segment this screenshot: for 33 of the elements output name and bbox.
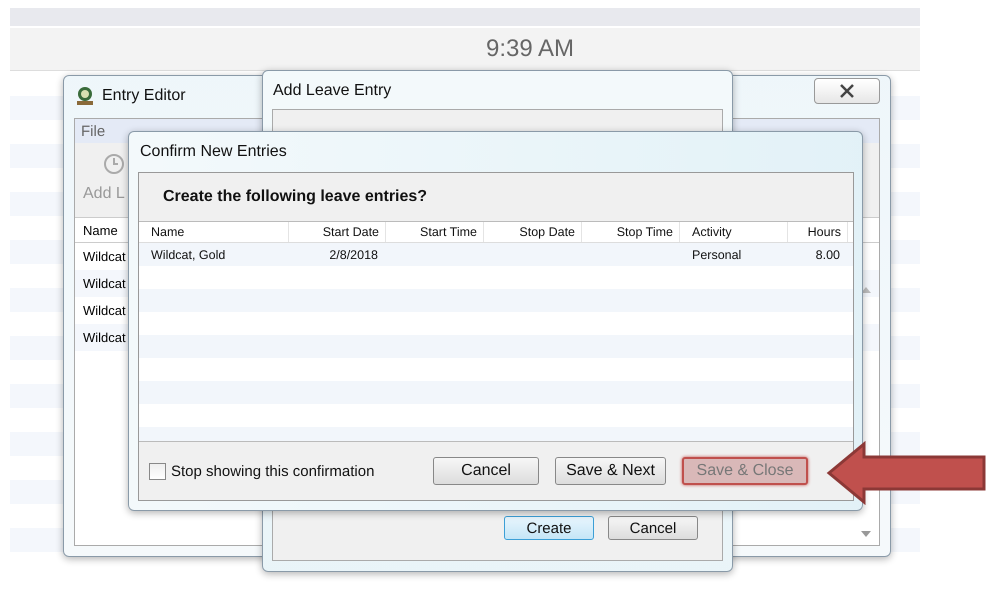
- scroll-down-icon[interactable]: [861, 531, 871, 537]
- column-header[interactable]: Stop Date: [484, 222, 582, 242]
- column-header[interactable]: Activity: [680, 222, 788, 242]
- table-cell: 2/8/2018: [329, 248, 378, 262]
- menu-item[interactable]: File: [81, 122, 106, 140]
- app-icon: [76, 86, 94, 106]
- column-header[interactable]: Hours: [788, 222, 848, 242]
- table-cell: Wildcat: [83, 276, 126, 291]
- table-cell: Personal: [692, 248, 742, 262]
- close-icon: [838, 84, 856, 98]
- table-cell: Wildcat: [83, 303, 126, 318]
- column-header[interactable]: Start Date: [289, 222, 386, 242]
- table-cell: Wildcat: [83, 330, 126, 345]
- column-header[interactable]: Name: [139, 222, 289, 242]
- table-cell: Wildcat: [83, 249, 126, 264]
- window-title: Add Leave Entry: [273, 82, 392, 100]
- column-header[interactable]: Start Time: [386, 222, 484, 242]
- dialog-button[interactable]: Save & Next: [555, 457, 666, 485]
- dialog-title: Confirm New Entries: [140, 143, 287, 161]
- table-cell: Wildcat, Gold: [151, 248, 226, 262]
- dialog-heading: Create the following leave entries?: [163, 188, 428, 206]
- clock-time: 9:39 AM: [484, 35, 574, 63]
- checkbox[interactable]: [149, 462, 166, 480]
- checkbox-label: Stop showing this confirmation: [171, 462, 374, 480]
- column-header[interactable]: Name: [83, 222, 118, 238]
- close-button[interactable]: [814, 78, 880, 104]
- scroll-up-icon[interactable]: [861, 287, 871, 293]
- dialog-button[interactable]: Cancel: [433, 457, 540, 485]
- dialog-button[interactable]: Cancel: [608, 516, 698, 540]
- column-header[interactable]: Stop Time: [582, 222, 680, 242]
- dialog-button[interactable]: Create: [504, 516, 594, 540]
- table-cell: 8.00: [816, 248, 840, 262]
- window-title: Entry Editor: [102, 87, 186, 105]
